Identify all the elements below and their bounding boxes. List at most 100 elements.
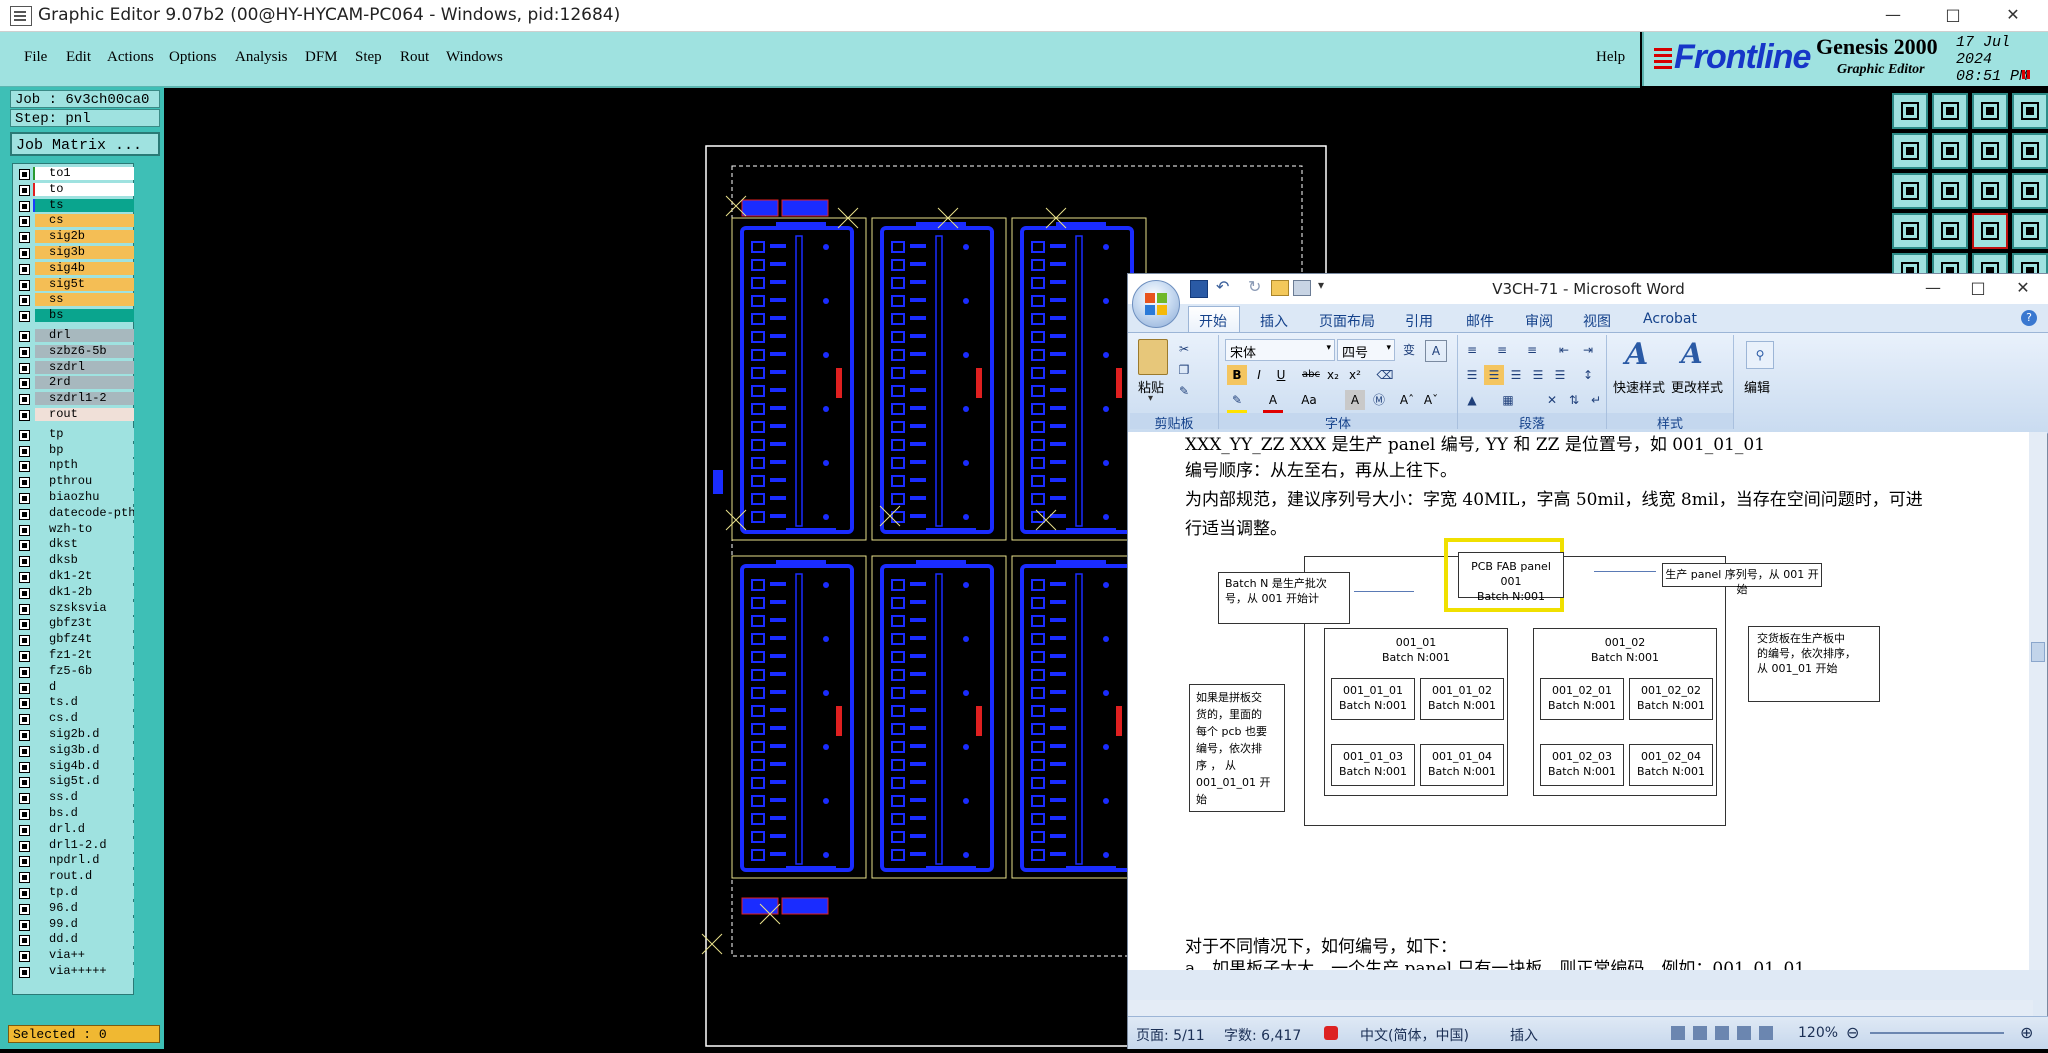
layer-list-scrollbar[interactable] bbox=[134, 163, 160, 993]
job-matrix-button[interactable]: Job Matrix ... bbox=[10, 132, 160, 156]
layer-name[interactable]: cs bbox=[35, 214, 143, 228]
zoom-home-icon[interactable] bbox=[1892, 93, 1928, 129]
tab-acrobat[interactable]: Acrobat bbox=[1643, 311, 1697, 327]
layer-checkbox[interactable] bbox=[19, 856, 30, 868]
layer-row[interactable]: tp.d bbox=[13, 886, 143, 900]
question-icon[interactable] bbox=[2012, 173, 2048, 209]
menu-options[interactable]: Options bbox=[169, 49, 217, 66]
menu-dfm[interactable]: DFM bbox=[305, 49, 338, 66]
layer-checkbox[interactable] bbox=[19, 279, 30, 291]
maximize-button[interactable]: □ bbox=[1930, 2, 1976, 28]
layer-checkbox[interactable] bbox=[19, 682, 30, 694]
layer-checkbox[interactable] bbox=[19, 888, 30, 899]
layer-row[interactable]: sig4b bbox=[13, 261, 143, 276]
layer-row[interactable]: dksb bbox=[13, 554, 143, 568]
layer-row[interactable]: via++ bbox=[13, 949, 143, 963]
layer-name[interactable]: 96.d bbox=[35, 901, 143, 915]
menu-analysis[interactable]: Analysis bbox=[235, 49, 288, 66]
layer-name[interactable]: dksb bbox=[35, 554, 143, 568]
layer-row[interactable]: sig4b.d bbox=[13, 759, 143, 774]
layer-name[interactable]: npdrl.d bbox=[35, 854, 143, 868]
layer-name[interactable]: ss.d bbox=[35, 791, 143, 805]
menu-edit[interactable]: Edit bbox=[66, 49, 91, 66]
layer-name[interactable]: szbz6-5b bbox=[35, 344, 143, 358]
layer-name[interactable]: bs bbox=[35, 309, 143, 323]
help-icon[interactable]: ? bbox=[2021, 310, 2037, 326]
layer-name[interactable]: bp bbox=[35, 443, 143, 457]
justify-icon[interactable]: ☰ bbox=[1528, 365, 1548, 385]
layer-checkbox[interactable] bbox=[19, 169, 30, 180]
layer-row[interactable]: bs.d bbox=[13, 807, 143, 821]
layer-checkbox[interactable] bbox=[19, 331, 30, 342]
layer-name[interactable]: rout bbox=[35, 408, 143, 421]
zoom-in-icon[interactable]: ⊕ bbox=[2020, 1023, 2033, 1042]
layer-row[interactable]: datecode-pth bbox=[13, 506, 143, 521]
layer-name[interactable]: sig4b.d bbox=[35, 759, 143, 773]
grow-font-icon[interactable]: Aˆ bbox=[1397, 390, 1417, 410]
horizontal-scrollbar[interactable] bbox=[1128, 1000, 2033, 1016]
layer-checkbox[interactable] bbox=[19, 903, 30, 915]
layer-row[interactable]: ts.d bbox=[13, 696, 143, 710]
layer-row[interactable]: sig3b.d bbox=[13, 743, 143, 758]
distributed-icon[interactable]: ☰ bbox=[1550, 365, 1570, 385]
tab-view[interactable]: 视图 bbox=[1583, 311, 1611, 331]
layer-checkbox[interactable] bbox=[19, 200, 30, 212]
layer-name[interactable]: dd.d bbox=[35, 933, 143, 947]
layer-name[interactable]: ts.d bbox=[35, 696, 143, 710]
word-close-button[interactable]: ✕ bbox=[2000, 275, 2046, 301]
layer-checkbox[interactable] bbox=[19, 730, 30, 741]
layer-row[interactable]: szbz6-5b bbox=[13, 344, 143, 359]
layer-name[interactable]: biaozhu bbox=[35, 491, 143, 504]
proofing-icon[interactable] bbox=[1324, 1026, 1338, 1040]
layer-name[interactable]: sig2b bbox=[35, 230, 143, 244]
layer-row[interactable]: 2rd bbox=[13, 376, 143, 390]
layer-checkbox[interactable] bbox=[19, 362, 30, 374]
layer-name[interactable]: szdrl1-2 bbox=[35, 392, 143, 406]
layer-checkbox[interactable] bbox=[19, 714, 30, 726]
layer-checkbox[interactable] bbox=[19, 184, 30, 196]
word-count[interactable]: 字数: 6,417 bbox=[1224, 1025, 1301, 1045]
menu-rout[interactable]: Rout bbox=[400, 49, 429, 66]
layer-checkbox[interactable] bbox=[19, 935, 30, 947]
layer-name[interactable]: drl1-2.d bbox=[35, 838, 143, 852]
tab-page-layout[interactable]: 页面布局 bbox=[1319, 311, 1375, 331]
align-left-icon[interactable]: ☰ bbox=[1462, 365, 1482, 385]
brush-icon[interactable] bbox=[1892, 213, 1928, 249]
layer-checkbox[interactable] bbox=[19, 603, 30, 615]
layer-row[interactable]: gbfz4t bbox=[13, 633, 143, 647]
find-icon[interactable]: ⚲ bbox=[1746, 341, 1774, 369]
layer-checkbox[interactable] bbox=[19, 951, 30, 963]
layer-row[interactable]: ss bbox=[13, 293, 143, 307]
layer-checkbox[interactable] bbox=[19, 651, 30, 662]
layer-name[interactable]: datecode-pth bbox=[35, 506, 143, 520]
layer-checkbox[interactable] bbox=[19, 477, 30, 489]
layer-row[interactable]: fz5-6b bbox=[13, 664, 143, 679]
scroll-thumb[interactable] bbox=[2031, 642, 2045, 662]
bold-icon[interactable]: B bbox=[1227, 365, 1247, 385]
layer-row[interactable]: dk1-2t bbox=[13, 570, 143, 584]
layer-name[interactable]: rout.d bbox=[35, 870, 143, 884]
underline-icon[interactable]: U bbox=[1271, 365, 1291, 385]
layer-checkbox[interactable] bbox=[19, 619, 30, 631]
layer-row[interactable]: sig3b bbox=[13, 246, 143, 260]
redo-icon[interactable]: ↻ bbox=[1248, 277, 1261, 296]
shading-icon[interactable]: ▲ bbox=[1462, 390, 1482, 410]
layer-row[interactable]: npth bbox=[13, 459, 143, 473]
layer-row[interactable]: dk1-2b bbox=[13, 585, 143, 600]
menu-help[interactable]: Help bbox=[1596, 49, 1625, 66]
zoom-out-icon[interactable]: ⊖ bbox=[1846, 1023, 1859, 1042]
layer-name[interactable]: gbfz4t bbox=[35, 633, 143, 647]
layer-row[interactable]: to bbox=[13, 182, 143, 197]
close-button[interactable]: ✕ bbox=[1990, 2, 2036, 28]
sort-icon[interactable]: ⇅ bbox=[1564, 390, 1584, 410]
layer-checkbox[interactable] bbox=[19, 524, 30, 536]
tab-mailings[interactable]: 邮件 bbox=[1466, 311, 1494, 331]
layer-name[interactable]: szsksvia bbox=[35, 601, 143, 615]
layer-row[interactable]: sig5t bbox=[13, 277, 143, 292]
layer-name[interactable]: sig5t bbox=[35, 277, 143, 291]
quick-styles-icon[interactable]: A bbox=[1625, 337, 1648, 372]
layer-row[interactable]: szdrl bbox=[13, 360, 143, 375]
layer-name[interactable]: tp bbox=[35, 427, 143, 441]
layer-checkbox[interactable] bbox=[19, 793, 30, 805]
layer-checkbox[interactable] bbox=[19, 572, 30, 583]
